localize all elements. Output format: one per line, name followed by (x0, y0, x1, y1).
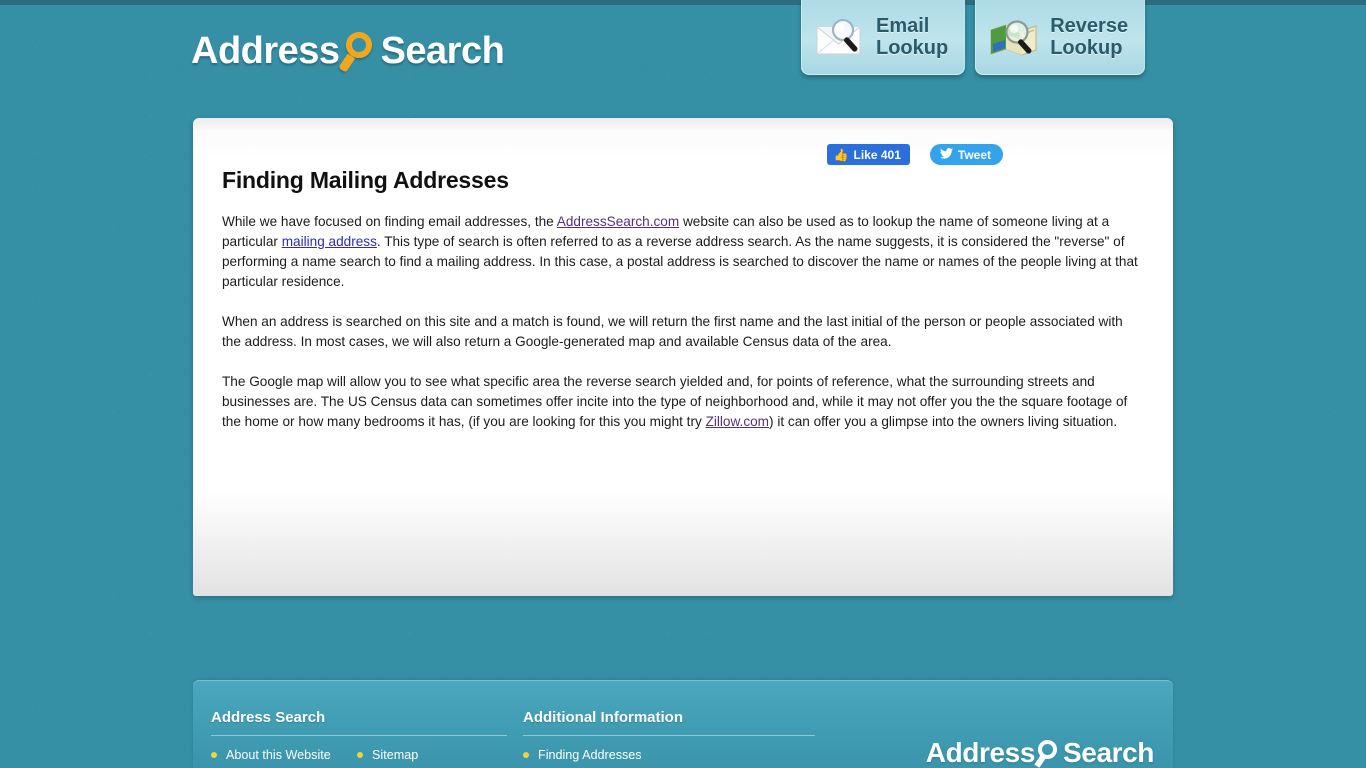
footer-column-address-search: Address Search About this Website Sitema… (211, 709, 507, 768)
footer-heading-additional-information: Additional Information (523, 709, 683, 726)
logo-word-address: Address (191, 30, 340, 72)
link-addresssearch[interactable]: AddressSearch.com (557, 214, 679, 229)
facebook-like-button[interactable]: 👍 Like 401 (826, 144, 910, 165)
social-share-row: 👍 Like 401 Tweet (826, 144, 1003, 165)
article-paragraph-2: When an address is searched on this site… (222, 314, 1123, 349)
logo-word-search: Search (380, 30, 505, 72)
twitter-tweet-label: Tweet (957, 147, 991, 162)
footer-logo-word-address: Address (925, 737, 1036, 768)
p3-text-b: ) it can offer you a glimpse into the ow… (769, 414, 1118, 429)
article-body: Finding Mailing Addresses While we have … (222, 167, 1141, 452)
footer-logo-word-search: Search (1063, 737, 1154, 768)
bullet-icon (211, 752, 217, 758)
magnifying-glass-icon (1034, 738, 1062, 768)
footer-heading-address-search: Address Search (211, 709, 326, 726)
main-content-panel: 👍 Like 401 Tweet Finding Mailing Address… (193, 118, 1173, 596)
footer-link-finding-addresses[interactable]: Finding Addresses (523, 748, 669, 762)
footer-divider-2 (523, 735, 815, 736)
link-mailing-address[interactable]: mailing address (282, 234, 377, 249)
footer-link-about-this-website[interactable]: About this Website (211, 748, 357, 762)
footer-divider-1 (211, 735, 507, 736)
twitter-bird-icon (939, 148, 953, 161)
footer-column-additional-information: Additional Information Finding Addresses (523, 709, 815, 768)
footer-link-sitemap[interactable]: Sitemap (357, 748, 503, 762)
envelope-magnifier-icon (814, 16, 866, 60)
article-paragraph-1: While we have focused on finding email a… (222, 212, 1141, 292)
header-nav-tabs: Email Lookup Reverse Lookup (801, 0, 1146, 75)
twitter-tweet-button[interactable]: Tweet (929, 144, 1003, 165)
site-footer: Address Search About this Website Sitema… (193, 680, 1173, 768)
tab-reverse-lookup-label: Reverse Lookup (1050, 14, 1129, 59)
article-paragraph-3: The Google map will allow you to see wha… (222, 372, 1141, 432)
thumbs-up-icon: 👍 (833, 147, 849, 162)
footer-link-label: About this Website (226, 748, 331, 762)
tab-reverse-lookup[interactable]: Reverse Lookup (975, 0, 1146, 75)
p1-text-a: While we have focused on finding email a… (222, 214, 557, 229)
bullet-icon (357, 752, 363, 758)
link-zillow[interactable]: Zillow.com (706, 414, 769, 429)
site-logo[interactable]: Address Search (191, 30, 505, 73)
map-magnifier-icon (988, 16, 1040, 60)
footer-link-label: Sitemap (372, 748, 419, 762)
bullet-icon (523, 752, 529, 758)
magnifying-glass-icon (337, 30, 380, 73)
footer-links-1: About this Website Sitemap (211, 748, 507, 768)
tab-email-lookup-label: Email Lookup (876, 14, 949, 59)
tab-email-lookup[interactable]: Email Lookup (801, 0, 966, 75)
site-header: Address Search Email Lookup Reverse Look… (0, 0, 1366, 108)
page-title: Finding Mailing Addresses (222, 167, 509, 193)
footer-logo[interactable]: Address Search (925, 737, 1155, 768)
footer-links-2: Finding Addresses (523, 748, 815, 768)
facebook-like-label: Like 401 (853, 147, 901, 162)
footer-link-label: Finding Addresses (538, 748, 642, 762)
